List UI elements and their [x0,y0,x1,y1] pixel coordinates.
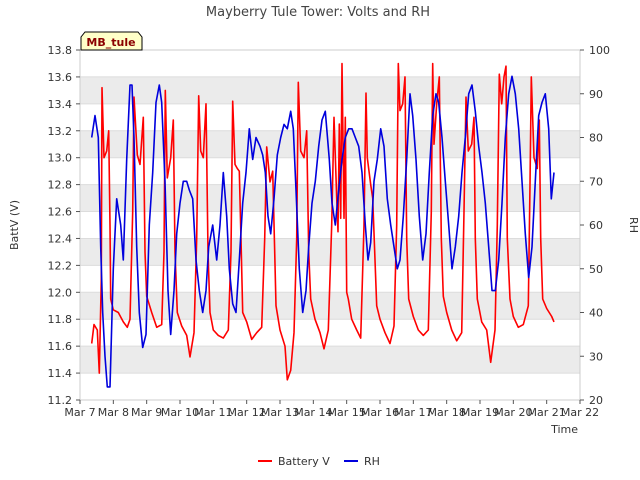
left-tick-label: 12.4 [48,232,73,245]
left-tick-label: 13.6 [48,71,73,84]
right-tick-label: 70 [589,175,603,188]
left-tick-label: 11.4 [48,367,73,380]
battery-v-line [90,62,555,381]
site-label-text: MB_tule [86,36,135,49]
left-tick-label: 11.8 [48,313,73,326]
legend: Battery V RH [258,455,380,468]
y-axis-right-label: RH [627,217,640,233]
left-tick-label: 13.2 [48,125,73,138]
left-tick-label: 13.8 [48,44,73,57]
right-tick-label: 100 [589,44,610,57]
site-label-box: MB_tule [80,31,143,51]
left-axis: 11.211.411.611.812.012.212.412.612.813.0… [48,44,80,407]
left-tick-label: 11.6 [48,340,73,353]
background-band [80,76,580,104]
left-tick-label: 12.6 [48,206,73,219]
chart-title: Mayberry Tule Tower: Volts and RH [206,5,430,20]
background-band [80,184,580,212]
right-axis: 2030405060708090100 [580,44,610,407]
x-axis-label: Time [550,423,578,436]
x-tick-label: Mar 22 [561,406,599,419]
right-tick-label: 90 [589,88,603,101]
rh-line [90,75,555,388]
left-tick-label: 13.0 [48,152,73,165]
x-tick-label: Mar 9 [131,406,162,419]
chart: Mayberry Tule Tower: Volts and RH 11.211… [8,5,640,468]
series-layer [90,62,555,388]
right-tick-label: 60 [589,219,603,232]
x-tick-label: Mar 7 [64,406,95,419]
y-axis-left-label: BattV (V) [8,200,21,250]
legend-rh-label: RH [364,455,380,468]
legend-battery-label: Battery V [278,455,330,468]
background-band [80,346,580,374]
right-tick-label: 40 [589,307,603,320]
left-tick-label: 12.2 [48,259,73,272]
x-tick-label: Mar 8 [98,406,129,419]
left-tick-label: 13.4 [48,98,73,111]
right-tick-label: 80 [589,132,603,145]
left-tick-label: 12.0 [48,286,73,299]
x-axis: Mar 7 Mar 8 Mar 9Mar 10Mar 11Mar 12Mar 13M… [64,400,599,419]
right-tick-label: 50 [589,263,603,276]
right-tick-label: 30 [589,350,603,363]
left-tick-label: 12.8 [48,179,73,192]
